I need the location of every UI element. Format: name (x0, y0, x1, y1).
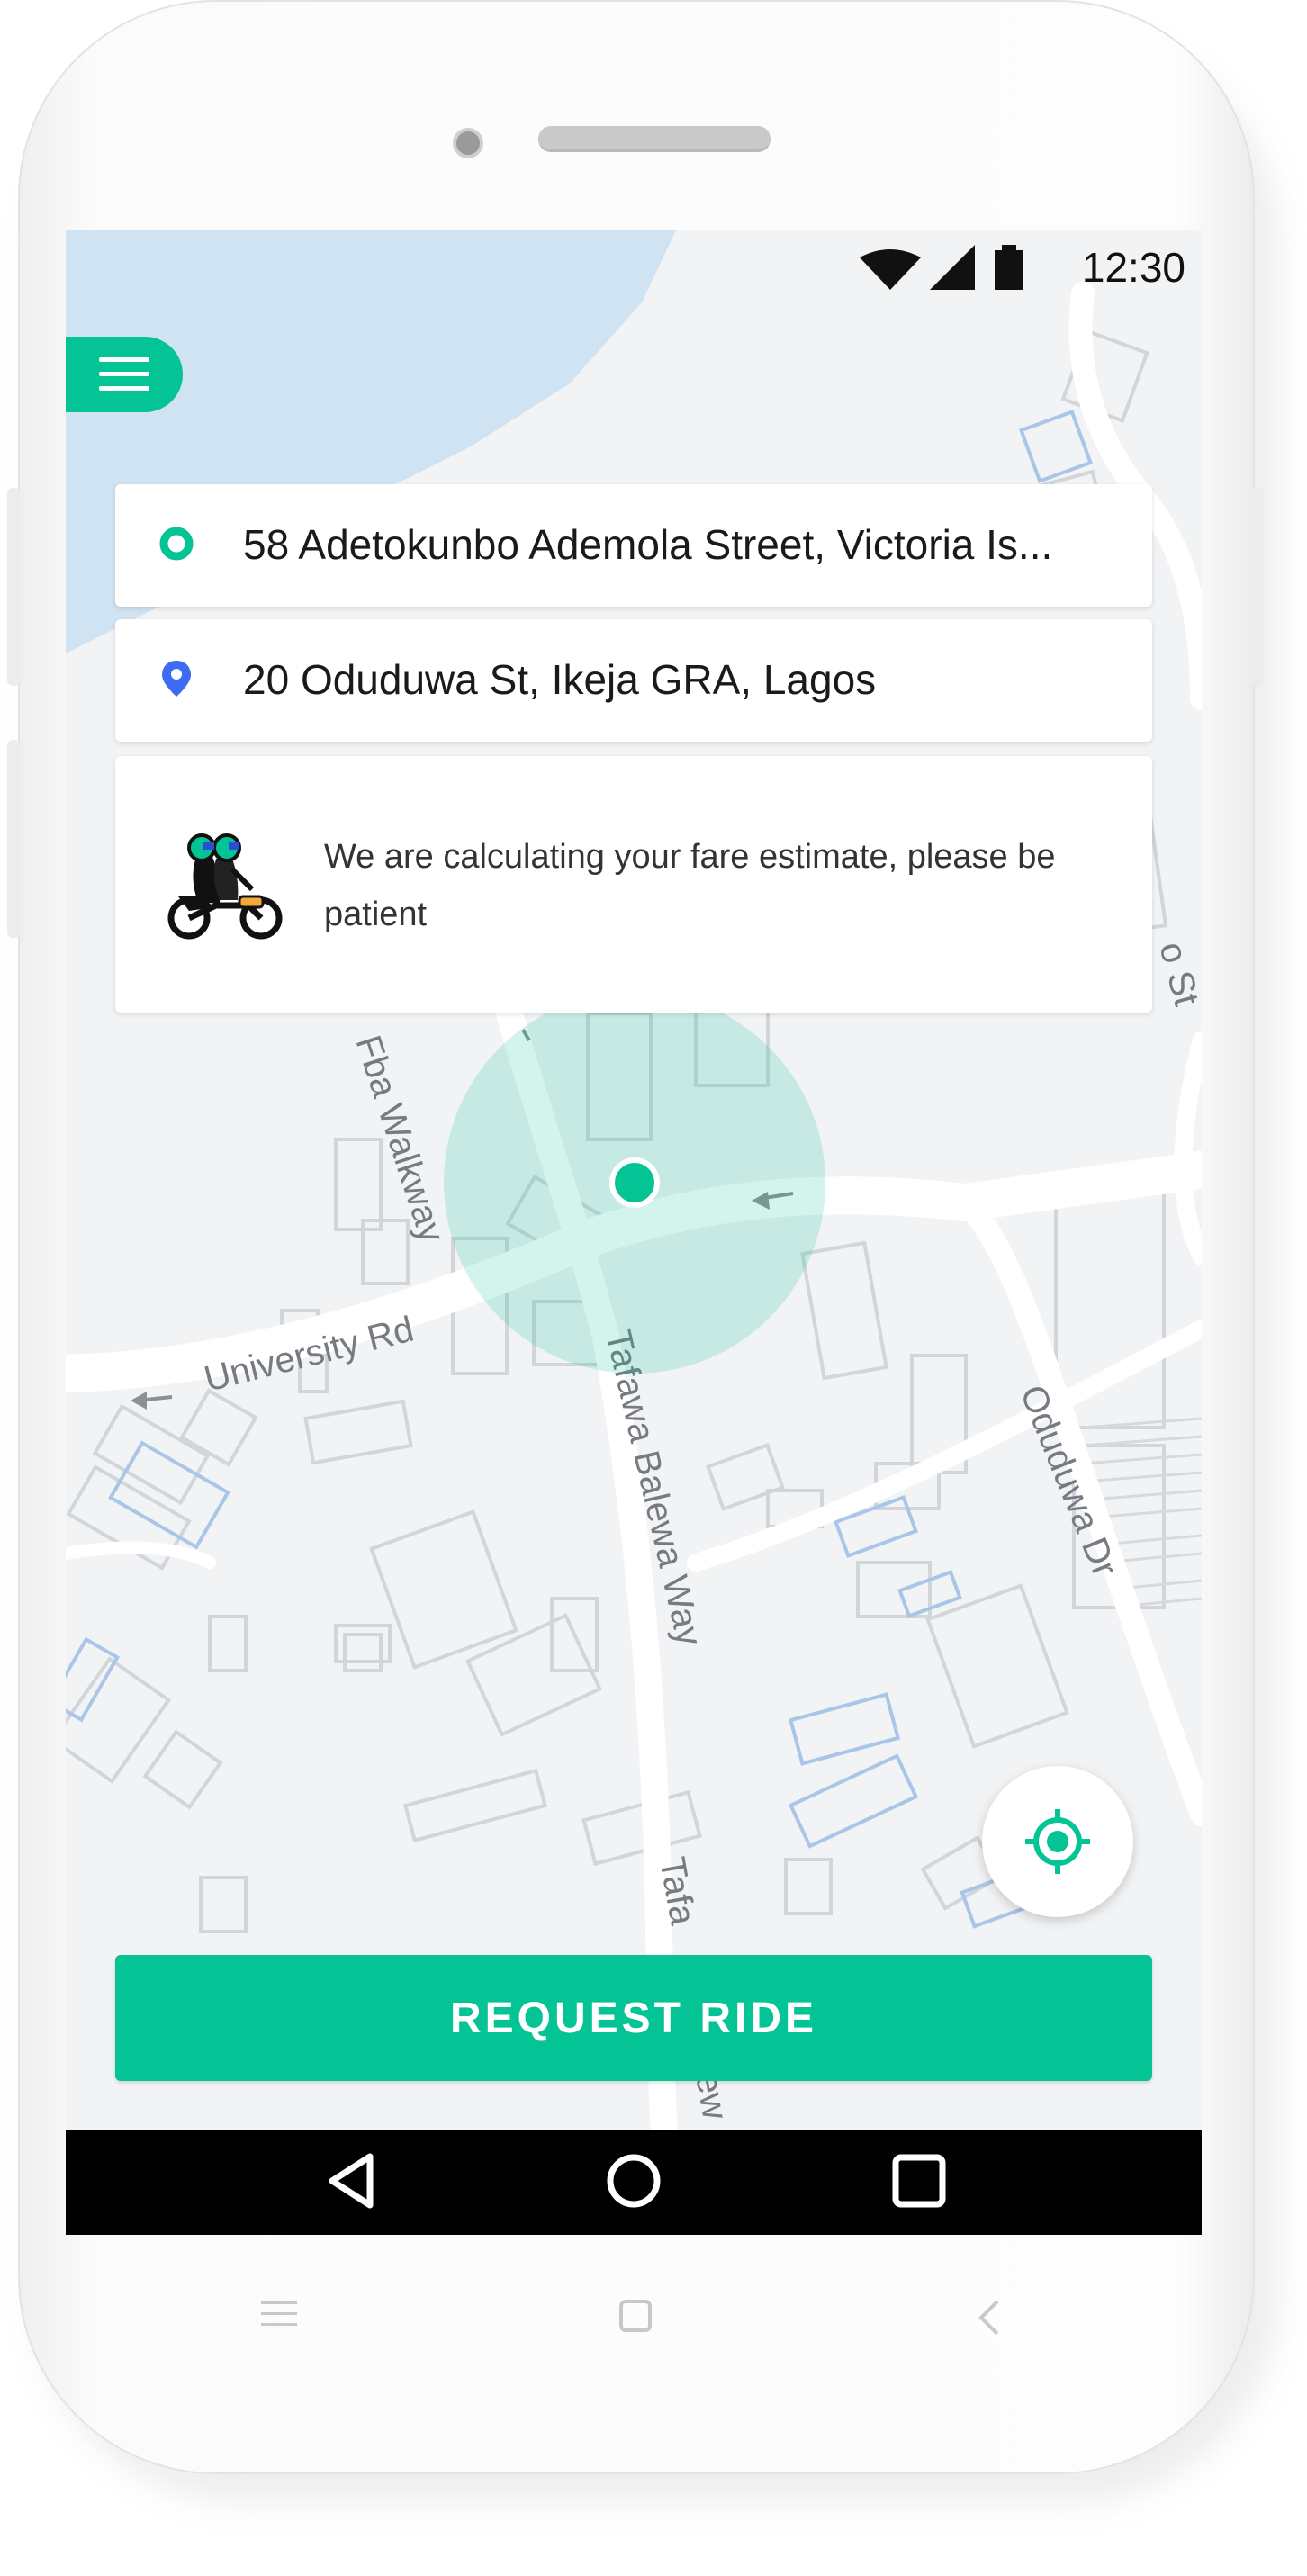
destination-address: 20 Oduduwa St, Ikeja GRA, Lagos (243, 656, 877, 703)
home-circle-icon[interactable] (604, 2151, 663, 2211)
pickup-address-card[interactable]: 58 Adetokunbo Ademola Street, Victoria I… (115, 484, 1152, 607)
destination-pin-icon (162, 661, 191, 697)
signal-icon (930, 245, 975, 290)
fare-estimate-message: We are calculating your fare estimate, p… (324, 838, 1056, 933)
request-ride-button[interactable]: REQUEST RIDE (115, 1955, 1152, 2081)
status-icons (860, 245, 1023, 290)
menu-button[interactable] (66, 337, 183, 412)
earpiece-speaker (538, 126, 771, 152)
pickup-address: 58 Adetokunbo Ademola Street, Victoria I… (243, 521, 1053, 568)
fare-estimate-card: We are calculating your fare estimate, p… (115, 756, 1152, 1013)
status-time: 12:30 (1081, 244, 1185, 291)
destination-address-card[interactable]: 20 Oduduwa St, Ikeja GRA, Lagos (115, 619, 1152, 742)
origin-dot-icon (159, 527, 194, 561)
volume-button (7, 488, 20, 686)
back-triangle-icon[interactable] (325, 2151, 379, 2211)
motorbike-riders-icon (167, 833, 283, 940)
android-nav-bar (66, 2130, 1202, 2235)
battery-icon (995, 245, 1023, 290)
hamburger-menu-icon (99, 357, 149, 391)
current-location-marker (609, 1157, 660, 1208)
front-camera (453, 128, 483, 158)
locate-crosshair-icon (1025, 1809, 1090, 1874)
phone-screen: Fba Walkway University Rd Tafawa Balewa … (66, 230, 1202, 2235)
volume-button-2 (7, 740, 20, 938)
power-button (1251, 488, 1264, 686)
home-square-icon[interactable] (617, 2298, 654, 2334)
locate-me-button[interactable] (982, 1766, 1133, 1917)
status-bar: 12:30 (66, 230, 1202, 302)
back-chevron-icon[interactable] (976, 2298, 1003, 2337)
menu-lines-icon[interactable] (259, 2298, 299, 2330)
wifi-icon (860, 249, 921, 290)
recents-square-icon[interactable] (890, 2151, 948, 2211)
